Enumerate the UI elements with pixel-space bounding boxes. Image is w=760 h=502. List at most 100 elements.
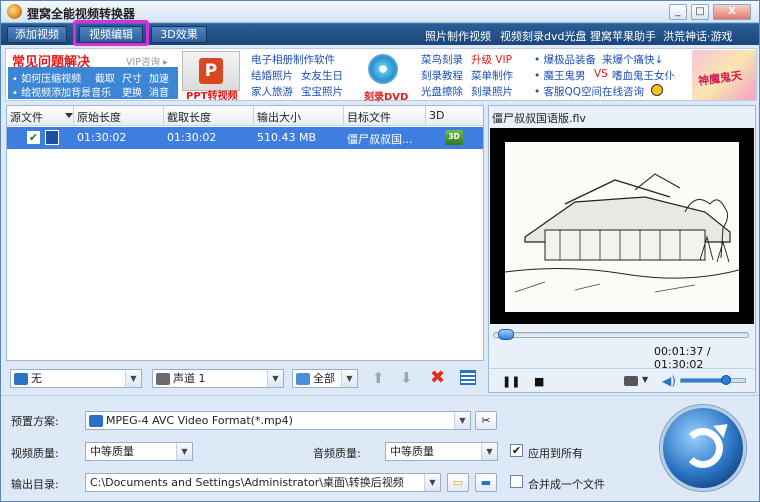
volume-slider[interactable] bbox=[680, 378, 746, 383]
chevron-down-icon[interactable]: ▼ bbox=[642, 375, 648, 384]
move-down-icon[interactable]: ⬇ bbox=[400, 369, 413, 387]
faq-replace-link[interactable]: 更换 bbox=[122, 84, 142, 99]
chevron-down-icon[interactable]: ▼ bbox=[454, 412, 470, 429]
video-quality-select[interactable]: 中等质量 ▼ bbox=[85, 442, 193, 461]
apply-all-checkbox[interactable]: ✔ bbox=[510, 444, 523, 457]
subtitle-select[interactable]: 无 ▼ bbox=[10, 369, 142, 388]
pause-button[interactable]: ❚❚ bbox=[502, 375, 520, 388]
preset-select[interactable]: MPEG-4 AVC Video Format(*.mp4) ▼ bbox=[85, 411, 471, 430]
edit-video-button[interactable]: 视频编辑 bbox=[79, 26, 143, 43]
faq-size-link[interactable]: 尺寸 bbox=[122, 70, 142, 85]
baby-photo-link[interactable]: 宝宝照片 bbox=[301, 84, 343, 99]
col-target-file[interactable]: 目标文件 bbox=[347, 109, 391, 125]
select-all-dropdown[interactable]: 全部 ▼ bbox=[292, 369, 358, 388]
online-consult-link[interactable]: 在线咨询 bbox=[602, 84, 644, 99]
vip-consult-link[interactable]: VIP咨询 ▸ bbox=[126, 54, 168, 68]
minimize-button[interactable]: _ bbox=[669, 4, 687, 20]
gear-ad-link[interactable]: • 爆极品装备 bbox=[534, 52, 596, 67]
novice-burn-link[interactable]: 菜鸟刻录 bbox=[421, 52, 463, 67]
faq-compress-link[interactable]: • 如何压缩视频 bbox=[12, 70, 81, 85]
camera-icon[interactable] bbox=[624, 376, 638, 386]
video-quality-label: 视频质量: bbox=[11, 447, 59, 460]
delete-icon[interactable]: ✖ bbox=[430, 367, 445, 388]
audio-quality-value: 中等质量 bbox=[390, 445, 434, 458]
file-list-header: 源文件 原始长度 截取长度 输出大小 目标文件 3D bbox=[7, 106, 483, 126]
maid-ad-link[interactable]: 嗜血鬼王女仆 bbox=[612, 68, 675, 83]
seek-bar[interactable] bbox=[493, 332, 749, 338]
video-player[interactable] bbox=[490, 128, 754, 324]
burn-photo-link[interactable]: 刻录照片 bbox=[471, 84, 513, 99]
col-source[interactable]: 源文件 bbox=[10, 109, 43, 125]
move-up-icon[interactable]: ⬆ bbox=[372, 369, 385, 387]
convert-button[interactable] bbox=[660, 405, 746, 491]
output-dir-select[interactable]: C:\Documents and Settings\Administrator\… bbox=[85, 473, 441, 492]
volume-handle[interactable] bbox=[721, 375, 732, 385]
col-output-size[interactable]: 输出大小 bbox=[257, 109, 301, 125]
close-button[interactable]: X bbox=[713, 4, 751, 20]
sort-arrow-icon[interactable] bbox=[65, 113, 73, 118]
preset-value: MPEG-4 AVC Video Format(*.mp4) bbox=[106, 414, 293, 427]
link-apple-helper[interactable]: 狸窝苹果助手 bbox=[590, 28, 656, 44]
seek-handle[interactable] bbox=[497, 329, 514, 340]
stop-button[interactable]: ■ bbox=[534, 375, 544, 388]
browse-folder-icon[interactable]: ▭ bbox=[447, 473, 469, 492]
chevron-down-icon[interactable]: ▼ bbox=[176, 443, 192, 460]
preset-label: 预置方案: bbox=[11, 415, 59, 428]
faq-mute-link[interactable]: 消音 bbox=[149, 84, 169, 99]
merge-label: 合并成一个文件 bbox=[528, 478, 605, 491]
col-divider bbox=[163, 106, 164, 126]
link-photo-video[interactable]: 照片制作视频 bbox=[425, 28, 491, 44]
maximize-button[interactable]: □ bbox=[691, 4, 709, 20]
table-row[interactable]: ✔ 01:30:02 01:30:02 510.43 MB 僵尸叔叔国... 3… bbox=[7, 127, 483, 149]
col-divider bbox=[253, 106, 254, 126]
girlfriend-birthday-link[interactable]: 女友生日 bbox=[301, 68, 343, 83]
settings-panel: 预置方案: MPEG-4 AVC Video Format(*.mp4) ▼ ✂… bbox=[1, 395, 759, 501]
volume-icon[interactable]: ◀) bbox=[662, 374, 676, 388]
faq-clip-link[interactable]: 截取 bbox=[95, 70, 115, 85]
add-video-button[interactable]: 添加视频 bbox=[7, 26, 67, 43]
settings-tools-icon[interactable]: ✂ bbox=[475, 411, 497, 430]
select-all-icon bbox=[296, 373, 310, 385]
chevron-down-icon[interactable]: ▼ bbox=[424, 474, 440, 491]
ad-banner: 常见问题解决 VIP咨询 ▸ • 如何压缩视频 截取 尺寸 加速 • 给视频添加… bbox=[5, 48, 757, 103]
merge-checkbox[interactable] bbox=[510, 475, 523, 488]
dvd-caption[interactable]: 刻录DVD bbox=[364, 88, 408, 103]
album-software-link[interactable]: 电子相册制作软件 bbox=[251, 52, 335, 67]
col-original-length[interactable]: 原始长度 bbox=[77, 109, 121, 125]
demon-ad-link[interactable]: • 魔王鬼男 bbox=[534, 68, 586, 83]
chevron-down-icon[interactable]: ▼ bbox=[481, 443, 497, 460]
col-3d[interactable]: 3D bbox=[429, 109, 444, 122]
powerpoint-icon: P bbox=[199, 58, 223, 84]
menu-make-link[interactable]: 菜单制作 bbox=[471, 68, 513, 83]
clear-list-icon[interactable] bbox=[460, 370, 476, 385]
faq-bgmusic-link[interactable]: • 给视频添加背景音乐 bbox=[12, 84, 111, 99]
audio-channel-value: 声道 1 bbox=[173, 372, 206, 385]
3d-effect-button[interactable]: 3D效果 bbox=[151, 26, 207, 43]
video-frame-sketch bbox=[504, 142, 740, 312]
disc-erase-link[interactable]: 光盘擦除 bbox=[421, 84, 463, 99]
open-folder-icon[interactable]: ▬ bbox=[475, 473, 497, 492]
burn-tutorial-link[interactable]: 刻录教程 bbox=[421, 68, 463, 83]
gear-ad-sub-link[interactable]: 来爆个痛快↓ bbox=[602, 52, 663, 67]
upgrade-vip-link[interactable]: 升级 VIP bbox=[471, 52, 512, 67]
audio-channel-select[interactable]: 声道 1 ▼ bbox=[152, 369, 284, 388]
audio-quality-select[interactable]: 中等质量 ▼ bbox=[385, 442, 498, 461]
3d-effect-icon[interactable]: 3D bbox=[445, 130, 463, 145]
family-travel-link[interactable]: 家人旅游 bbox=[251, 84, 293, 99]
faq-speed-link[interactable]: 加速 bbox=[149, 70, 169, 85]
chevron-down-icon[interactable]: ▼ bbox=[267, 370, 283, 387]
ppt-caption[interactable]: PPT转视频 bbox=[186, 87, 237, 102]
chevron-down-icon[interactable]: ▼ bbox=[341, 370, 357, 387]
ppt-to-video-image[interactable]: P bbox=[182, 51, 240, 91]
qq-space-link[interactable]: • 客服QQ空间 bbox=[534, 84, 602, 99]
burn-dvd-image[interactable] bbox=[356, 52, 408, 88]
link-burn-dvd[interactable]: 视频刻录dvd光盘 bbox=[500, 28, 586, 44]
col-divider bbox=[73, 106, 74, 126]
chevron-down-icon[interactable]: ▼ bbox=[125, 370, 141, 387]
game-ad-image[interactable]: 神魔鬼天 bbox=[692, 50, 756, 100]
wedding-photo-link[interactable]: 结婚照片 bbox=[251, 68, 293, 83]
link-game[interactable]: 洪荒神话·游戏 bbox=[663, 28, 733, 44]
row-checkbox[interactable]: ✔ bbox=[27, 131, 40, 144]
col-clip-length[interactable]: 截取长度 bbox=[167, 109, 211, 125]
video-frame bbox=[504, 142, 740, 312]
